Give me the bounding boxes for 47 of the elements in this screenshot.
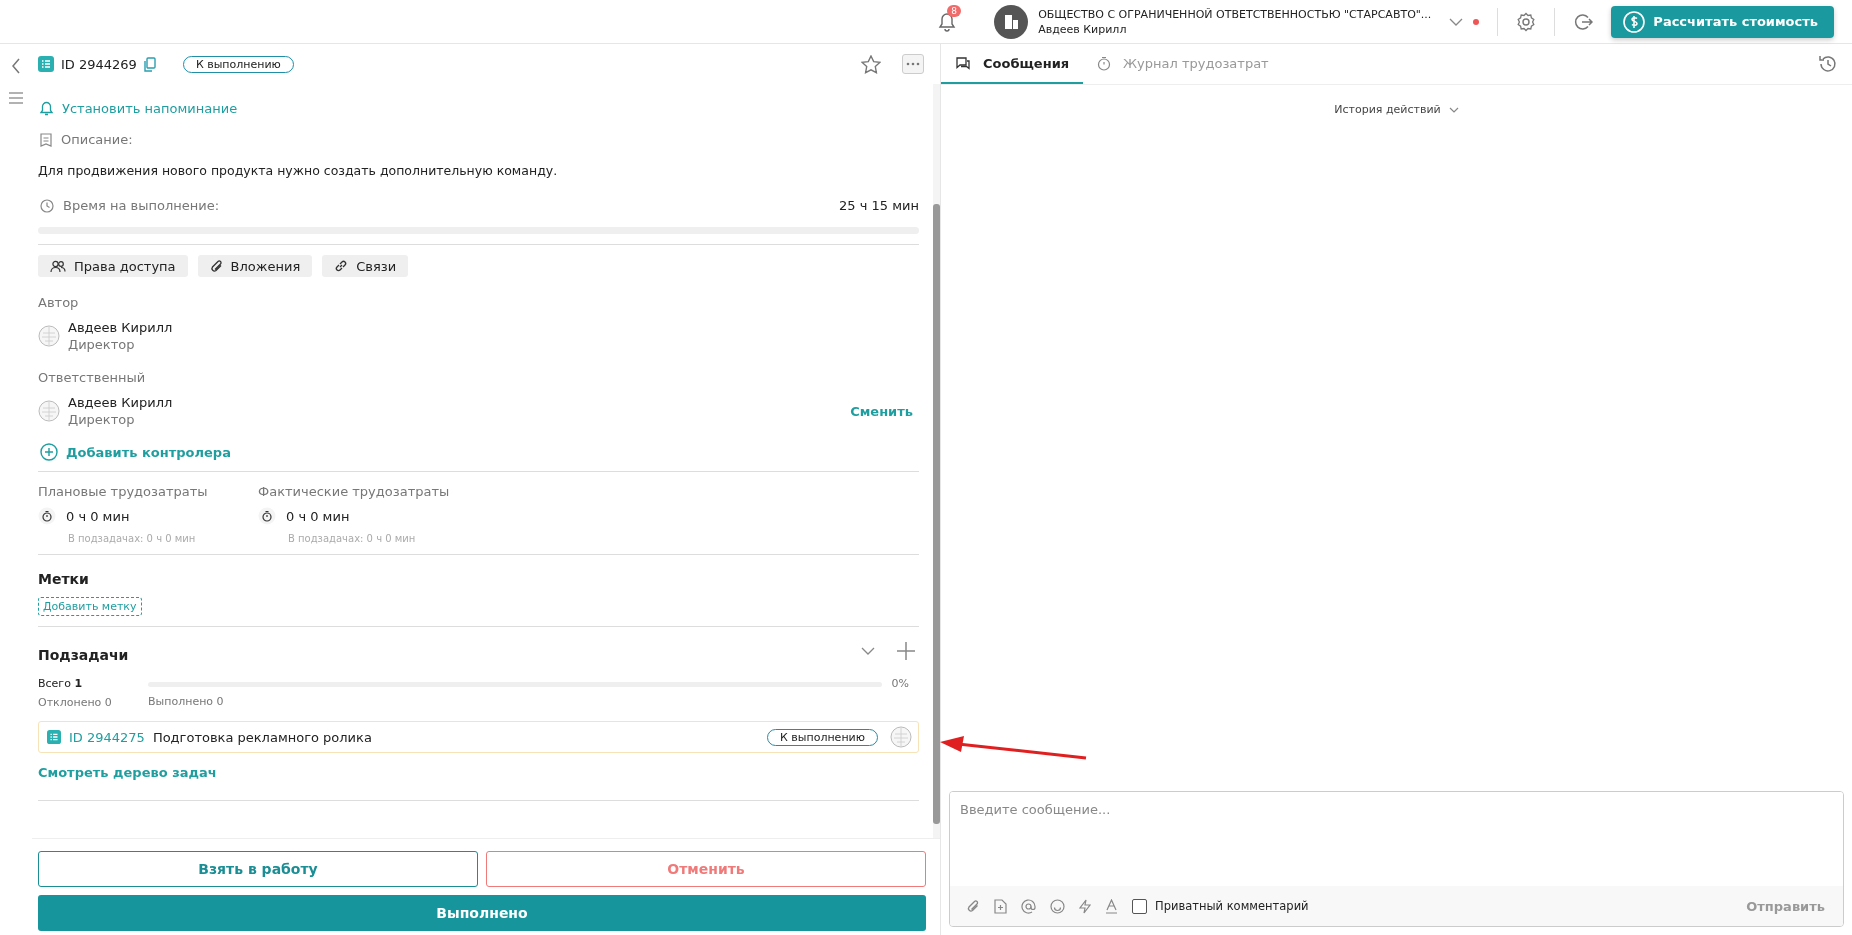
set-reminder-link[interactable]: Установить напоминание xyxy=(62,100,238,116)
notification-count: 8 xyxy=(947,4,961,17)
effort-subtasks: В подзадачах: 0 ч 0 мин xyxy=(67,533,196,544)
task-id: ID 2944269 xyxy=(61,56,137,72)
section-button[interactable]: Связи xyxy=(322,255,409,277)
user-name: Авдеев Кирилл xyxy=(1038,22,1128,36)
section-button[interactable]: Вложения xyxy=(197,255,313,277)
subtasks-rejected: Отклонено 0 xyxy=(38,696,113,709)
subtasks-total: Всего 1 xyxy=(38,677,84,690)
time-value: 25 ч 15 мин xyxy=(839,198,919,213)
subtasks-done: Выполнено 0 xyxy=(148,695,225,708)
message-composer[interactable]: Введите сообщение... Приватный комментарий Отправить xyxy=(949,791,1844,927)
private-comment-label: Приватный комментарий xyxy=(1155,899,1309,913)
chat-tab[interactable]: Сообщения xyxy=(941,44,1084,84)
chat-tab[interactable]: Журнал трудозатрат xyxy=(1083,44,1283,84)
cancel-button[interactable]: Отменить xyxy=(486,851,926,887)
take-to-work-button[interactable]: Взять в работу xyxy=(38,851,478,887)
tags-heading: Метки xyxy=(38,571,90,587)
add-controller-link[interactable]: Добавить контролера xyxy=(66,444,231,460)
subtask-title: Подготовка рекламного ролика xyxy=(152,729,372,745)
person-position: Директор xyxy=(68,337,136,352)
effort-value: 0 ч 0 мин xyxy=(286,508,350,524)
effort-value: 0 ч 0 мин xyxy=(66,508,130,524)
role-label: Автор xyxy=(38,295,80,310)
complete-button[interactable]: Выполнено xyxy=(38,895,926,931)
description-label: Описание: xyxy=(61,132,133,147)
action-history-toggle[interactable]: История действий xyxy=(1334,103,1441,116)
subtask-row[interactable]: ID 2944275 Подготовка рекламного ролика К выполнению xyxy=(38,721,919,753)
section-button[interactable]: Права доступа xyxy=(38,255,188,277)
effort-label: Фактические трудозатраты xyxy=(258,484,450,499)
add-tag-button[interactable]: Добавить метку xyxy=(38,597,142,616)
person-name: Авдеев Кирилл xyxy=(68,320,173,335)
role-label: Ответственный xyxy=(38,370,147,385)
send-button[interactable]: Отправить xyxy=(1740,897,1831,915)
person-name: Авдеев Кирилл xyxy=(68,395,173,410)
task-tree-link[interactable]: Смотреть дерево задач xyxy=(38,765,919,780)
calculate-cost-button[interactable]: Рассчитать стоимость xyxy=(1611,5,1834,38)
subtask-id[interactable]: ID 2944275 xyxy=(69,729,145,745)
company-name: ОБЩЕСТВО С ОГРАНИЧЕННОЙ ОТВЕТСТВЕННОСТЬЮ "СТАРСАВТО"... xyxy=(1038,7,1432,21)
time-label: Время на выполнение: xyxy=(63,198,220,213)
person-position: Директор xyxy=(68,412,136,427)
subtasks-heading: Подзадачи xyxy=(38,647,129,663)
description-text: Для продвижения нового продукта нужно создать дополнительную команду. xyxy=(38,163,559,178)
effort-subtasks: В подзадачах: 0 ч 0 мин xyxy=(287,533,416,544)
subtasks-percent: 0% xyxy=(891,677,910,692)
effort-label: Плановые трудозатраты xyxy=(38,484,208,499)
change-link[interactable]: Сменить xyxy=(850,403,913,419)
